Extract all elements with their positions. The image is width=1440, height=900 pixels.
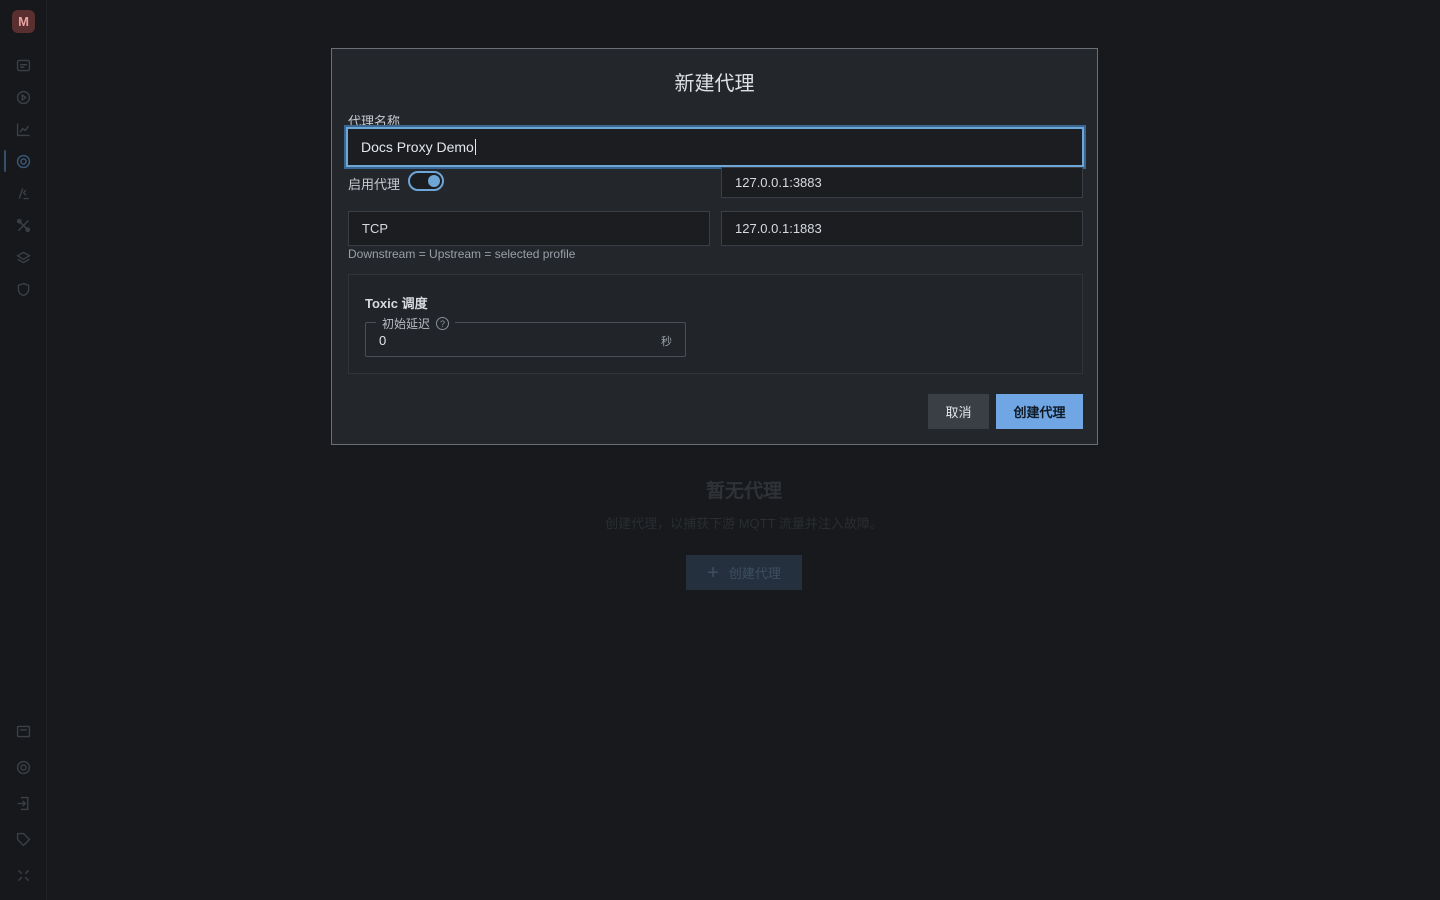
initial-delay-value: 0: [379, 333, 387, 348]
protocol-value: TCP: [362, 221, 388, 236]
app-logo: M: [12, 10, 35, 33]
stack-icon[interactable]: [14, 248, 33, 267]
play-icon[interactable]: [14, 88, 33, 107]
listen-address-input[interactable]: 127.0.0.1:3883: [721, 167, 1083, 198]
collapse-icon[interactable]: [14, 866, 33, 885]
script-icon[interactable]: [14, 184, 33, 203]
initial-delay-label: 初始延迟: [382, 317, 431, 331]
chart-icon[interactable]: [14, 120, 33, 139]
plus-icon: +: [707, 561, 719, 584]
enable-proxy-toggle[interactable]: [408, 171, 444, 191]
tag-icon[interactable]: [14, 830, 33, 849]
text-caret: [474, 139, 476, 155]
toggle-knob: [428, 175, 440, 187]
sidebar: M: [0, 0, 47, 900]
connections-icon[interactable]: [14, 56, 33, 75]
initial-delay-input[interactable]: 初始延迟 ? 0 秒: [365, 315, 686, 357]
new-proxy-dialog: 新建代理 代理名称 Docs Proxy Demo 启用代理 127.0.0.1…: [331, 48, 1098, 445]
shield-icon[interactable]: [14, 280, 33, 299]
initial-delay-legend: 初始延迟 ?: [376, 315, 456, 332]
create-proxy-button[interactable]: 创建代理: [996, 394, 1083, 429]
empty-create-proxy-label: 创建代理: [728, 566, 781, 581]
protocol-select[interactable]: TCP: [348, 211, 710, 246]
toxic-panel: Toxic 调度 初始延迟 ? 0 秒: [348, 274, 1083, 374]
upstream-address-input[interactable]: 127.0.0.1:1883: [721, 211, 1083, 246]
listen-address-value: 127.0.0.1:3883: [735, 175, 822, 190]
toxic-title: Toxic 调度: [365, 296, 428, 311]
empty-state-subtitle: 创建代理，以捕获下游 MQTT 流量并注入故障。: [605, 516, 883, 531]
proxy-name-value: Docs Proxy Demo: [361, 139, 474, 155]
dialog-title: 新建代理: [674, 73, 755, 95]
import-icon[interactable]: [14, 794, 33, 813]
helper-text: Downstream = Upstream = selected profile: [348, 247, 576, 261]
active-indicator: [4, 150, 6, 172]
tools-icon[interactable]: [14, 216, 33, 235]
help-icon[interactable]: ?: [436, 317, 450, 330]
empty-state-title: 暂无代理: [705, 481, 782, 502]
proxy-icon[interactable]: [14, 152, 33, 171]
proxy-name-input[interactable]: Docs Proxy Demo: [346, 127, 1084, 167]
enable-proxy-label: 启用代理: [348, 177, 401, 192]
upstream-address-value: 127.0.0.1:1883: [735, 221, 822, 236]
settings-icon[interactable]: [14, 758, 33, 777]
log-icon[interactable]: [14, 722, 33, 741]
cancel-button[interactable]: 取消: [928, 394, 989, 429]
empty-create-proxy-button[interactable]: + 创建代理: [686, 555, 802, 590]
initial-delay-unit: 秒: [661, 336, 672, 348]
